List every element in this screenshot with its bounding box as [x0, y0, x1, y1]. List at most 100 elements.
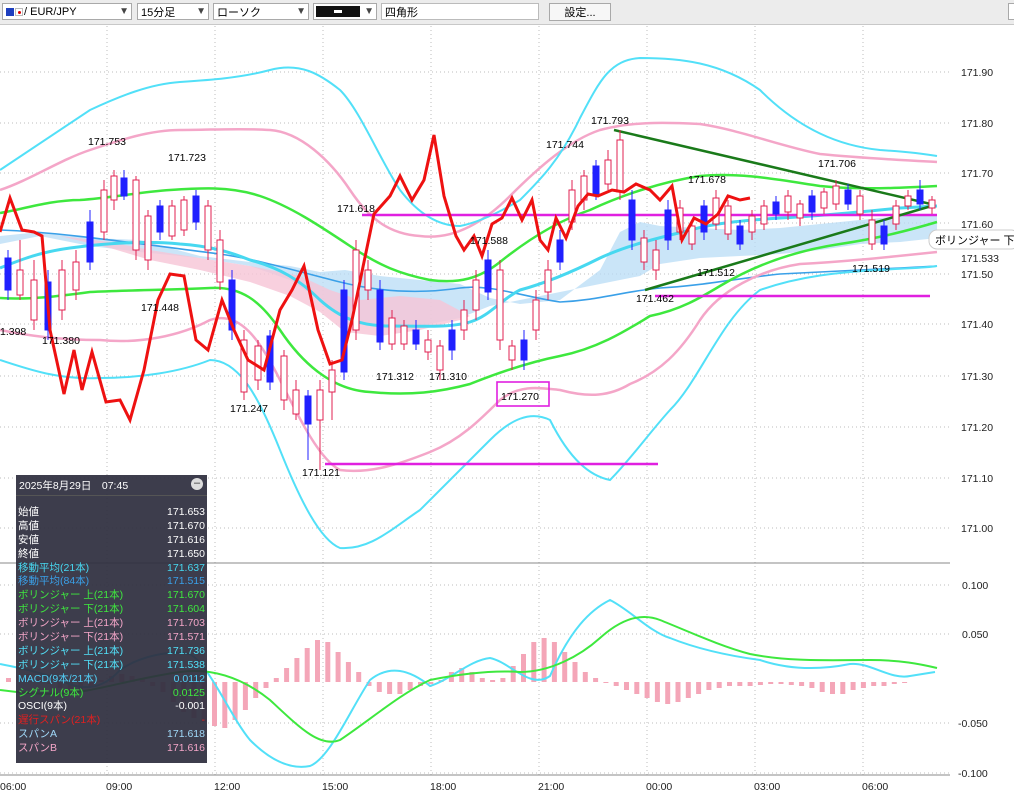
data-window-row-value: 0.0125	[172, 686, 205, 699]
candle-body	[508, 345, 516, 361]
data-window-row-label: ボリンジャー 上(21本)	[18, 644, 124, 657]
osci-bar	[624, 682, 629, 690]
symbol-select[interactable]: / EUR/JPY ▼	[2, 3, 132, 20]
chevron-down-icon: ▼	[364, 6, 374, 17]
osci-bar	[613, 682, 619, 686]
data-window-row-label: 終値	[18, 547, 39, 560]
candle-body	[328, 369, 336, 393]
osci-bar	[799, 682, 805, 686]
data-window-row-value: 171.703	[167, 617, 205, 630]
osci-bar	[716, 682, 722, 688]
price-annotation: 171.723	[168, 152, 206, 164]
osci-bar	[397, 682, 403, 694]
chevron-down-icon: ▼	[296, 6, 306, 17]
osci-bar	[665, 682, 671, 704]
osci-bar	[850, 682, 856, 690]
line-style-select[interactable]: ▼	[313, 3, 377, 20]
osci-bar	[541, 638, 547, 682]
data-window-row-value: 171.618	[167, 728, 205, 741]
price-axis-label: 171.80	[961, 118, 993, 130]
candle-body	[652, 249, 660, 271]
candle-body	[724, 205, 732, 235]
price-annotation: 171.588	[470, 235, 508, 247]
price-axis-label: 171.10	[961, 473, 993, 485]
price-annotation: 171.753	[88, 136, 126, 148]
candle-body	[856, 195, 864, 215]
price-annotation: 1.398	[0, 326, 26, 338]
data-window-row-label: ボリンジャー 上(21本)	[18, 617, 124, 630]
osci-bar	[830, 682, 835, 694]
candle-body	[304, 395, 312, 425]
osci-bar	[675, 682, 681, 702]
data-window-row: ボリンジャー 下(21本) 171.604	[16, 603, 207, 617]
settings-label: 設定...	[564, 7, 596, 19]
settings-button[interactable]: 設定...	[549, 3, 611, 21]
candle-body	[86, 221, 94, 263]
osci-bar	[737, 682, 743, 686]
price-annotation: 171.678	[688, 174, 726, 186]
data-window-row-label: 移動平均(84本)	[18, 575, 90, 588]
data-window-row: ボリンジャー 上(21本) 171.736	[16, 645, 207, 659]
chevron-down-icon: ▼	[119, 6, 129, 17]
osci-bar	[335, 652, 341, 682]
data-window: 2025年8月29日 07:45 – 始値 171.653 高値 171.670 安値 1…	[16, 475, 207, 763]
candle-body	[16, 269, 24, 296]
macd-axis-label: -0.100	[958, 768, 988, 780]
svg-text:ボリンジャー 下(: ボリンジャー 下(	[935, 234, 1014, 247]
osci-bar	[902, 682, 908, 683]
osci-bar	[273, 678, 279, 682]
osci-bar	[562, 652, 568, 682]
data-window-row-value: -0.001	[175, 700, 205, 713]
chart-type-label: ローソク	[217, 6, 261, 19]
osci-bar	[531, 642, 537, 682]
timeframe-select[interactable]: 15分足 ▼	[137, 3, 209, 20]
osci-bar	[768, 682, 774, 684]
time-axis-label: 03:00	[754, 781, 780, 793]
data-window-row-label: 高値	[18, 519, 39, 532]
data-window-row: ボリンジャー 下(21本) 171.538	[16, 659, 207, 673]
candle-body	[72, 261, 80, 291]
data-window-row-value: 171.637	[167, 561, 205, 574]
data-window-row: スパンB 171.616	[16, 742, 207, 756]
osci-bar	[840, 682, 846, 694]
data-window-row-label: スパンA	[18, 728, 58, 741]
candle-body	[132, 179, 140, 251]
candle-body	[748, 215, 756, 233]
minimize-icon[interactable]: –	[191, 478, 203, 490]
candle-body	[928, 199, 936, 209]
osci-bar	[881, 682, 887, 686]
time-axis-label: 12:00	[214, 781, 240, 793]
osci-bar	[747, 682, 753, 686]
indicator-tooltip: ボリンジャー 下(	[928, 229, 1014, 250]
candle-body	[628, 199, 636, 241]
price-axis-label: 171.90	[961, 67, 993, 79]
price-axis-label: 171.30	[961, 371, 993, 383]
candle-body	[904, 195, 912, 207]
osci-bar	[500, 678, 506, 682]
osci-bar	[356, 672, 362, 682]
price-tag: 171.533	[961, 253, 999, 265]
candle-body	[100, 189, 108, 233]
candle-body	[436, 345, 444, 371]
chart-type-select[interactable]: ローソク ▼	[213, 3, 309, 20]
candle-body	[796, 203, 804, 219]
candle-body	[520, 339, 528, 361]
osci-bar	[572, 662, 578, 682]
osci-bar	[325, 642, 331, 682]
data-window-row-value: 171.670	[167, 519, 205, 532]
time-axis-label: 15:00	[322, 781, 348, 793]
data-window-row: 高値 171.670	[16, 520, 207, 534]
data-window-row: 始値 171.653	[16, 506, 207, 520]
data-window-row: 遅行スパン(21本) -	[16, 714, 207, 728]
osci-bar	[490, 680, 496, 682]
data-window-row: MACD(9本/21本) 0.0112	[16, 673, 207, 687]
osci-bar	[685, 682, 691, 698]
candle-body	[868, 219, 876, 245]
drawing-tool-field[interactable]: 四角形	[381, 3, 539, 20]
candle-body	[110, 175, 118, 201]
data-window-header: 2025年8月29日 07:45 –	[16, 475, 207, 496]
data-window-datetime: 2025年8月29日 07:45	[19, 479, 129, 492]
candle-body	[216, 239, 224, 283]
candle-body	[532, 299, 540, 331]
data-window-row-label: 始値	[18, 506, 39, 518]
